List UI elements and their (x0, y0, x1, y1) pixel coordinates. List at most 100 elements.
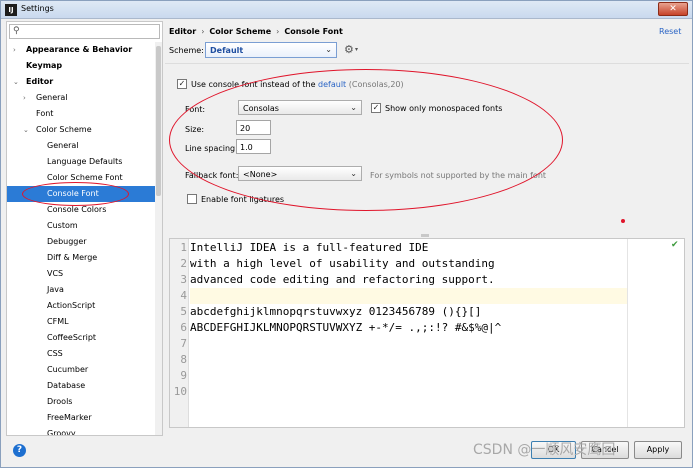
code-line[interactable]: ABCDEFGHIJKLMNOPQRSTUVWXYZ +-*/= .,;:!? … (190, 320, 627, 336)
sidebar-item-cucumber[interactable]: Cucumber (7, 362, 162, 378)
caret-down-icon[interactable]: ▾ (355, 46, 358, 53)
code-line[interactable] (190, 368, 627, 384)
sidebar-item-actionscript[interactable]: ActionScript (7, 298, 162, 314)
sidebar-item-coffeescript[interactable]: CoffeeScript (7, 330, 162, 346)
sidebar-scrollbar[interactable] (155, 42, 162, 435)
sidebar-item-label: Diff & Merge (47, 253, 98, 262)
chevron-right-icon[interactable]: › (23, 90, 26, 106)
sidebar-item-label: CFML (47, 317, 69, 326)
line-number: 8 (180, 353, 187, 366)
sidebar-item-label: Drools (47, 397, 73, 406)
settings-sidebar: ⚲ › Appearance & Behavior Keymap ⌄ Editor › Ge… (6, 21, 163, 436)
ligatures-checkbox[interactable] (187, 194, 197, 204)
title-bar: IJ Settings ✕ (1, 1, 692, 19)
annotation-circle-sidebar (22, 182, 129, 206)
breadcrumb-separator: › (276, 27, 280, 36)
sidebar-item-label: Database (47, 381, 86, 390)
line-number: 1 (180, 241, 187, 254)
search-input[interactable]: ⚲ (9, 24, 160, 39)
sidebar-item-label: Keymap (26, 61, 63, 70)
sidebar-item-font[interactable]: Font (7, 106, 162, 122)
sidebar-item-editor[interactable]: ⌄ Editor (7, 74, 162, 90)
intellij-logo-icon: IJ (5, 4, 17, 16)
code-line[interactable]: abcdefghijklmnopqrstuvwxyz 0123456789 ()… (190, 304, 627, 320)
sidebar-item-label: Appearance & Behavior (26, 45, 133, 54)
close-button[interactable]: ✕ (658, 2, 688, 16)
reset-link[interactable]: Reset (659, 27, 681, 36)
chevron-down-icon: ⌄ (325, 45, 332, 54)
scrollbar-thumb[interactable] (156, 46, 161, 196)
sidebar-item-vcs[interactable]: VCS (7, 266, 162, 282)
sidebar-item-label: Language Defaults (47, 157, 123, 166)
help-icon[interactable]: ? (13, 444, 26, 457)
sidebar-item-general[interactable]: › General (7, 90, 162, 106)
search-icon: ⚲ (13, 26, 20, 36)
sidebar-item-label: VCS (47, 269, 64, 278)
sidebar-item-label: CSS (47, 349, 63, 358)
chevron-right-icon[interactable]: › (13, 42, 16, 58)
code-line[interactable]: IntelliJ IDEA is a full-featured IDE (190, 240, 627, 256)
settings-window: IJ Settings ✕ ⚲ › Appearance & Behavior Ke… (0, 0, 693, 468)
sidebar-item-label: Custom (47, 221, 78, 230)
code-line[interactable] (190, 384, 627, 400)
code-line[interactable]: with a high level of usability and outst… (190, 256, 627, 272)
line-number: 6 (180, 321, 187, 334)
sidebar-item-css[interactable]: CSS (7, 346, 162, 362)
sidebar-item-label: Editor (26, 77, 54, 86)
chevron-down-icon[interactable]: ⌄ (23, 122, 29, 138)
sidebar-item-general[interactable]: General (7, 138, 162, 154)
sidebar-item-label: Cucumber (47, 365, 89, 374)
line-number: 2 (180, 257, 187, 270)
line-number: 5 (180, 305, 187, 318)
watermark: CSDN @一顺风安鹰回 (473, 442, 616, 458)
sidebar-item-label: FreeMarker (47, 413, 92, 422)
sidebar-item-custom[interactable]: Custom (7, 218, 162, 234)
use-console-font-checkbox[interactable]: ✓ (177, 79, 187, 89)
line-number: 3 (180, 273, 187, 286)
scheme-label: Scheme: (169, 46, 204, 55)
sidebar-item-label: General (36, 93, 68, 102)
sidebar-item-groovy[interactable]: Groovy (7, 426, 162, 436)
sidebar-item-label: ActionScript (47, 301, 96, 310)
breadcrumb-editor: Editor (169, 27, 197, 36)
sidebar-item-freemarker[interactable]: FreeMarker (7, 410, 162, 426)
sidebar-item-label: Font (36, 109, 54, 118)
sidebar-item-diff-merge[interactable]: Diff & Merge (7, 250, 162, 266)
sidebar-item-keymap[interactable]: Keymap (7, 58, 162, 74)
apply-button[interactable]: Apply (634, 441, 682, 459)
sidebar-item-label: Groovy (47, 429, 76, 436)
line-number: 7 (180, 337, 187, 350)
splitter-handle[interactable] (421, 234, 429, 237)
code-line[interactable] (190, 336, 627, 352)
sidebar-item-label: General (47, 141, 79, 150)
annotation-circle-panel (169, 69, 563, 211)
sidebar-item-drools[interactable]: Drools (7, 394, 162, 410)
gear-icon[interactable]: ⚙ (344, 43, 354, 56)
sidebar-item-language-defaults[interactable]: Language Defaults (7, 154, 162, 170)
scheme-value: Default (210, 46, 244, 55)
sidebar-item-database[interactable]: Database (7, 378, 162, 394)
breadcrumb-console-font: Console Font (284, 27, 343, 36)
line-number: 9 (180, 369, 187, 382)
chevron-down-icon[interactable]: ⌄ (13, 74, 19, 90)
sidebar-item-label: Color Scheme (36, 125, 92, 134)
window-title: Settings (21, 4, 54, 13)
line-number-gutter: 1 2 3 4 5 6 7 8 9 10 (170, 239, 189, 427)
code-line[interactable]: advanced code editing and refactoring su… (190, 272, 627, 288)
preview-editor[interactable]: 1 2 3 4 5 6 7 8 9 10 IntelliJ IDEA is a full-feat… (169, 238, 685, 428)
code-line[interactable] (190, 288, 627, 304)
sidebar-item-cfml[interactable]: CFML (7, 314, 162, 330)
sidebar-item-appearance-behavior[interactable]: › Appearance & Behavior (7, 42, 162, 58)
sidebar-item-label: Debugger (47, 237, 87, 246)
sidebar-item-debugger[interactable]: Debugger (7, 234, 162, 250)
breadcrumb-separator: › (201, 27, 205, 36)
sidebar-item-java[interactable]: Java (7, 282, 162, 298)
check-icon: ✔ (671, 240, 679, 250)
breadcrumb: Editor › Color Scheme › Console Font (169, 27, 343, 36)
code-line[interactable] (190, 352, 627, 368)
line-number: 4 (180, 289, 187, 302)
sidebar-item-label: CoffeeScript (47, 333, 97, 342)
sidebar-item-color-scheme[interactable]: ⌄ Color Scheme (7, 122, 162, 138)
right-margin-guide (627, 239, 628, 427)
scheme-dropdown[interactable]: Default ⌄ (205, 42, 337, 58)
